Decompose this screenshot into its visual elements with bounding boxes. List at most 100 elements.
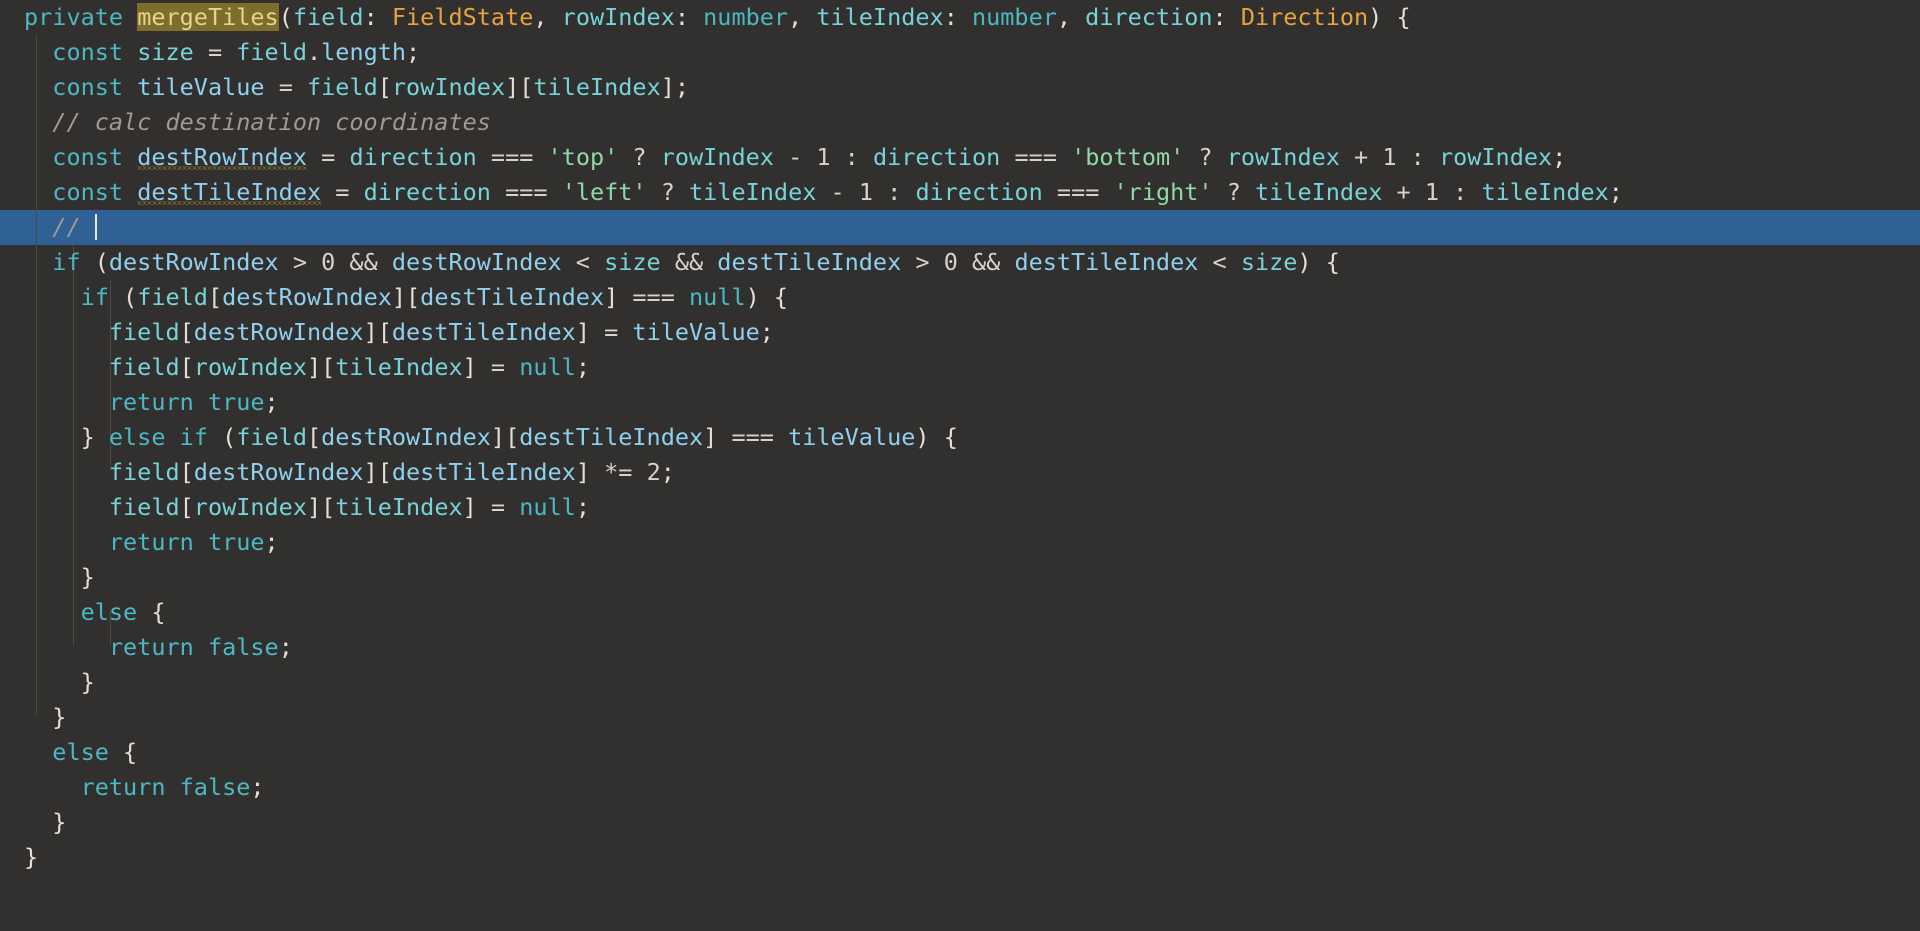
code-line[interactable]: else { [0, 735, 1920, 770]
token-identifier: tileValue [788, 423, 916, 451]
code-line[interactable]: } else if (field[destRowIndex][destTileI… [0, 420, 1920, 455]
token-number: 1 [1424, 178, 1439, 206]
token-keyword: if [52, 248, 81, 276]
token-parameter: direction [1085, 3, 1213, 31]
token-keyword: null [519, 353, 576, 381]
code-line[interactable]: field[rowIndex][tileIndex] = null; [0, 490, 1920, 525]
token-parameter: field [236, 38, 307, 66]
token-keyword: return [108, 633, 194, 661]
code-line[interactable]: const destTileIndex = direction === 'lef… [0, 175, 1920, 210]
token-identifier: destTileIndex [1014, 248, 1199, 276]
token-string: 'top' [547, 143, 619, 171]
token-identifier: destRowIndex [391, 248, 562, 276]
token-number: 1 [1382, 143, 1397, 171]
code-line-text: } [24, 668, 95, 696]
token-identifier: tileValue [137, 73, 265, 101]
token-parameter: direction [363, 178, 491, 206]
code-line-text: field[rowIndex][tileIndex] = null; [108, 353, 590, 381]
code-line-text: field[destRowIndex][destTileIndex] *= 2; [108, 458, 675, 486]
token-parameter: field [307, 73, 378, 101]
code-line-text: return true; [108, 528, 279, 556]
token-type: Direction [1240, 3, 1369, 31]
token-parameter: tileIndex [335, 353, 463, 381]
token-parameter: field [108, 353, 180, 381]
code-line[interactable]: } [0, 665, 1920, 700]
code-line[interactable]: return true; [0, 525, 1920, 560]
token-parameter: tileIndex [1481, 178, 1609, 206]
code-line-text: else { [52, 738, 138, 766]
code-line-text: } [24, 808, 67, 836]
code-line[interactable]: return false; [0, 630, 1920, 665]
token-string: 'right' [1113, 178, 1213, 206]
token-keyword: const [52, 178, 124, 206]
token-identifier: destTileIndex [519, 423, 704, 451]
code-surface[interactable]: private mergeTiles(field: FieldState, ro… [0, 0, 1920, 931]
code-line-text: if (destRowIndex > 0 && destRowIndex < s… [52, 248, 1340, 276]
token-keyword: const [52, 143, 124, 171]
code-line-text: // calc destination coordinates [0, 105, 491, 140]
token-keyword: else [80, 598, 138, 626]
code-line-text: } [24, 843, 39, 871]
code-line-text: } [24, 703, 67, 731]
token-parameter: rowIndex [660, 143, 774, 171]
token-parameter: rowIndex [193, 353, 307, 381]
code-line[interactable]: const destRowIndex = direction === 'top'… [0, 140, 1920, 175]
token-identifier: size [137, 38, 194, 66]
code-line[interactable]: field[destRowIndex][destTileIndex] *= 2; [0, 455, 1920, 490]
code-line[interactable]: // calc destination coordinates [0, 105, 1920, 140]
token-identifier: destRowIndex [193, 458, 364, 486]
code-line[interactable]: } [0, 805, 1920, 840]
token-property: length [321, 38, 407, 66]
code-line[interactable]: const size = field.length; [0, 35, 1920, 70]
token-identifier: destRowIndex [108, 248, 279, 276]
token-parameter: field [108, 458, 180, 486]
code-line[interactable]: } [0, 560, 1920, 595]
token-keyword: return [80, 773, 166, 801]
token-keyword: false [179, 773, 251, 801]
token-parameter: rowIndex [1438, 143, 1553, 171]
token-keyword: private [24, 3, 124, 31]
token-parameter: tileIndex [689, 178, 817, 206]
code-line-text: return false; [80, 773, 265, 801]
token-number: 0 [943, 248, 958, 276]
code-line[interactable]: if (field[destRowIndex][destTileIndex] =… [0, 280, 1920, 315]
code-line[interactable]: if (destRowIndex > 0 && destRowIndex < s… [0, 245, 1920, 280]
code-line[interactable]: field[rowIndex][tileIndex] = null; [0, 350, 1920, 385]
code-line-text: return true; [108, 388, 279, 416]
token-identifier: destTileIndex [717, 248, 902, 276]
token-parameter: tileIndex [335, 493, 463, 521]
code-line[interactable]: private mergeTiles(field: FieldState, ro… [0, 0, 1920, 35]
token-identifier-misspelled: destTileIndex [137, 178, 322, 206]
token-keyword: return [108, 388, 194, 416]
token-number: 0 [321, 248, 336, 276]
token-parameter: direction [915, 178, 1043, 206]
code-line-current[interactable]: // [0, 210, 1920, 245]
token-parameter: field [108, 318, 180, 346]
token-parameter: rowIndex [561, 3, 675, 31]
code-line-text: private mergeTiles(field: FieldState, ro… [24, 3, 1411, 31]
text-caret [94, 214, 97, 240]
token-parameter: rowIndex [1226, 143, 1340, 171]
token-keyword: true [207, 528, 265, 556]
token-identifier: destTileIndex [391, 318, 576, 346]
token-number: 2 [646, 458, 661, 486]
code-line[interactable]: return false; [0, 770, 1920, 805]
code-line-text: else { [80, 598, 166, 626]
token-identifier: destRowIndex [222, 283, 392, 311]
code-line[interactable]: field[destRowIndex][destTileIndex] = til… [0, 315, 1920, 350]
code-line[interactable]: const tileValue = field[rowIndex][tileIn… [0, 70, 1920, 105]
token-keyword: false [207, 633, 279, 661]
code-line-text: } [24, 563, 95, 591]
token-parameter: rowIndex [391, 73, 506, 101]
code-line-text: const destRowIndex = direction === 'top'… [52, 143, 1567, 171]
code-line[interactable]: else { [0, 595, 1920, 630]
token-function-name[interactable]: mergeTiles [137, 3, 279, 31]
code-editor[interactable]: private mergeTiles(field: FieldState, ro… [0, 0, 1920, 931]
token-parameter: direction [349, 143, 477, 171]
token-identifier: destRowIndex [321, 423, 491, 451]
token-keyword: null [519, 493, 576, 521]
code-line[interactable]: } [0, 840, 1920, 875]
token-type: FieldState [391, 3, 534, 31]
code-line[interactable]: return true; [0, 385, 1920, 420]
code-line[interactable]: } [0, 700, 1920, 735]
